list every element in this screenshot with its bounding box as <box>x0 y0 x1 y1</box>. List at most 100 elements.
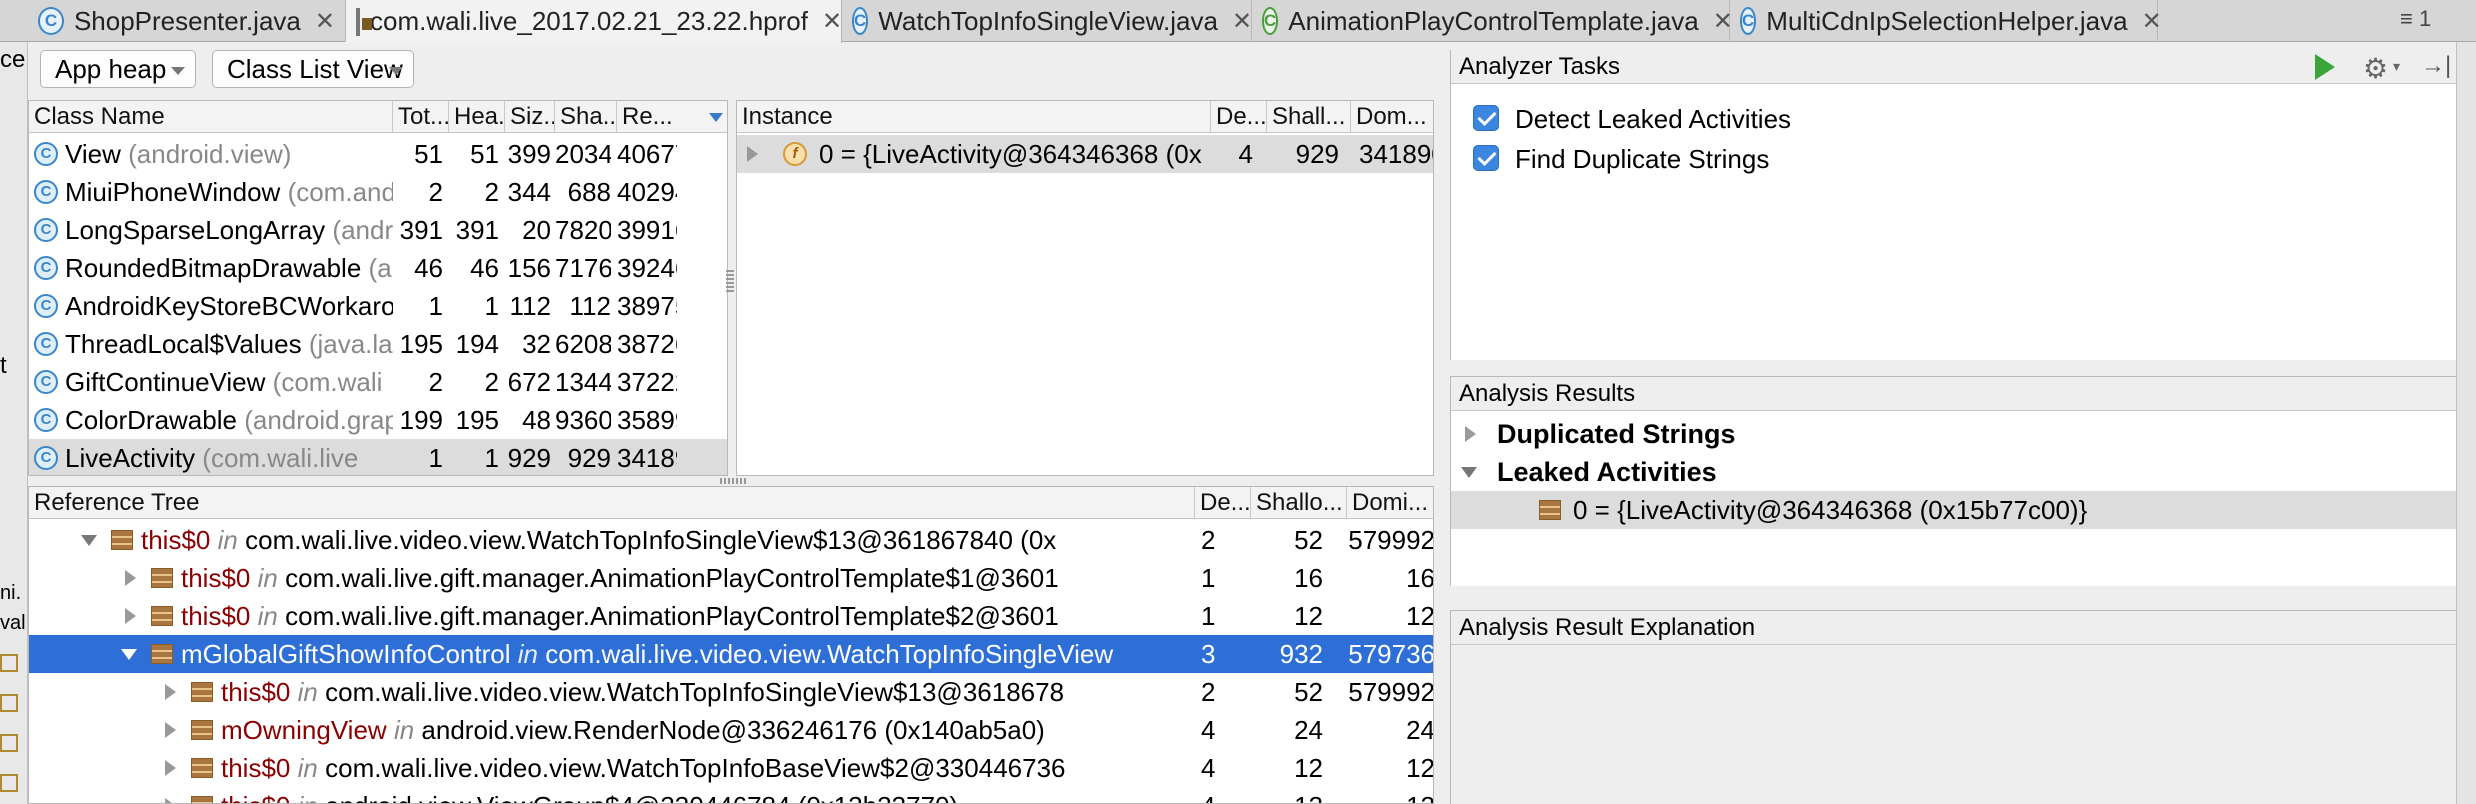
col-heap[interactable]: Hea... <box>449 101 505 133</box>
collapse-arrow-icon[interactable] <box>1461 467 1477 478</box>
expand-arrow-icon[interactable] <box>165 722 176 738</box>
expand-arrow-icon[interactable] <box>125 608 136 624</box>
collapse-arrow-icon[interactable] <box>81 535 97 546</box>
expand-arrow-icon[interactable] <box>165 798 176 803</box>
tab-shop-presenter[interactable]: C ShopPresenter.java ✕ <box>28 0 346 42</box>
run-analysis-icon[interactable] <box>2315 54 2335 80</box>
right-tool-strip <box>2456 42 2476 804</box>
hide-panel-icon[interactable]: →| <box>2421 52 2451 80</box>
reference-row[interactable]: this$0 in com.wali.live.video.view.Watch… <box>29 749 1433 787</box>
heap-count: 46 <box>470 253 499 283</box>
collapse-arrow-icon[interactable] <box>121 649 137 660</box>
class-row[interactable]: C MiuiPhoneWindow (com.andr 2 2 344 688402946 <box>29 173 727 211</box>
col-class-name[interactable]: Class Name <box>29 101 393 133</box>
col-dominating-size[interactable]: Dom... <box>1351 101 1433 133</box>
col-dominating-size[interactable]: Domi... <box>1347 487 1433 519</box>
expand-arrow-icon[interactable] <box>165 760 176 776</box>
col-depth[interactable]: De... <box>1211 101 1267 133</box>
shallow-value: 112 <box>569 291 611 321</box>
class-row[interactable]: C GiftContinueView (com.wali 2 2 672 1344 3722… <box>29 363 727 401</box>
chevron-down-icon[interactable]: ▾ <box>2393 58 2400 75</box>
left-project-strip: ce t ni. val <box>0 42 28 804</box>
reference-row[interactable]: mGlobalGiftShowInfoControl in com.wali.l… <box>29 635 1433 673</box>
group-duplicated-strings[interactable]: Duplicated Strings <box>1451 415 2456 453</box>
dominating-value: 579992 <box>1348 677 1434 707</box>
close-icon[interactable]: ✕ <box>2142 7 2162 36</box>
col-depth[interactable]: De... <box>1195 487 1251 519</box>
size-value: 344 <box>507 177 551 207</box>
tab-animation-play[interactable]: C AnimationPlayControlTemplate.java ✕ <box>1252 0 1733 42</box>
class-row[interactable]: C ThreadLocal$Values (java.lang195 194 3262… <box>29 325 727 363</box>
class-row[interactable]: CAndroidKeyStoreBCWorkaround 11112112389… <box>29 287 727 325</box>
col-instance[interactable]: Instance <box>737 101 1211 133</box>
reference-row[interactable]: this$0 in android.view.ViewGroup$4@33044… <box>29 787 1433 803</box>
col-shallow-size[interactable]: Shall... <box>1267 101 1351 133</box>
reference-row[interactable]: mOwningView in android.view.RenderNode@3… <box>29 711 1433 749</box>
close-icon[interactable]: ✕ <box>1232 7 1252 36</box>
checkbox-icon[interactable] <box>1473 145 1499 171</box>
instance-row[interactable]: f 0 = {LiveActivity@364346368 (0x15b77c0… <box>737 135 1433 173</box>
reference-row[interactable]: this$0 in com.wali.live.gift.manager.Ani… <box>29 559 1433 597</box>
gear-icon[interactable]: ⚙ <box>2363 52 2388 85</box>
size-value: 929 <box>507 443 551 473</box>
instance-icon <box>191 720 213 740</box>
col-total[interactable]: Tot... <box>393 101 449 133</box>
close-icon[interactable]: ✕ <box>315 7 335 36</box>
dominating-value: 24 <box>1406 715 1434 745</box>
group-leaked-activities[interactable]: Leaked Activities <box>1451 453 2456 491</box>
class-icon: C <box>34 256 58 280</box>
tab-watch-top-info[interactable]: C WatchTopInfoSingleView.java ✕ <box>842 0 1252 42</box>
expand-arrow-icon[interactable] <box>1465 426 1476 442</box>
leaked-activity-item[interactable]: 0 = {LiveActivity@364346368 (0x15b77c00)… <box>1451 491 2456 529</box>
task-find-duplicate[interactable]: Find Duplicate Strings <box>1451 140 2456 176</box>
expand-arrow-icon[interactable] <box>747 146 758 162</box>
field-name: this$0 <box>181 563 251 593</box>
reference-label: this$0 in com.wali.live.gift.manager.Ani… <box>181 597 1169 635</box>
splitter-grip[interactable] <box>726 270 734 294</box>
class-row[interactable]: C View (android.view) 51 51 39920349406772 <box>29 135 727 173</box>
expand-arrow-icon[interactable] <box>125 570 136 586</box>
class-name-cell: MiuiPhoneWindow (com.andr <box>65 173 393 211</box>
tab-multicdn[interactable]: C MultiCdnIpSelectionHelper.java ✕ <box>1730 0 2162 42</box>
tab-overflow-menu[interactable]: ≡ 1 <box>2400 6 2431 32</box>
checkbox-icon[interactable] <box>1473 105 1499 131</box>
class-row[interactable]: C LiveActivity (com.wali.live 1 1 929 929 3418… <box>29 439 727 475</box>
class-row[interactable]: C LongSparseLongArray (andr 391 391 20 7820 39… <box>29 211 727 249</box>
instance-icon <box>1539 500 1561 520</box>
class-name-cell: View (android.view) <box>65 135 393 173</box>
class-row[interactable]: C ColorDrawable (android.graph199 195 48936… <box>29 401 727 439</box>
shallow-value: 929 <box>567 443 611 473</box>
in-keyword: in <box>217 525 238 555</box>
col-shallow[interactable]: Sha... <box>555 101 617 133</box>
hprof-file-icon <box>356 7 372 36</box>
task-detect-leaked[interactable]: Detect Leaked Activities <box>1451 100 2456 136</box>
splitter-grip[interactable] <box>720 478 748 484</box>
size-value: 48 <box>522 405 551 435</box>
class-icon: C <box>34 370 58 394</box>
reference-row[interactable]: this$0 in com.wali.live.video.view.Watch… <box>29 521 1433 559</box>
class-name: RoundedBitmapDrawable <box>65 253 362 283</box>
close-icon[interactable]: ✕ <box>822 7 842 36</box>
class-name-cell: ColorDrawable (android.graph <box>65 401 393 439</box>
col-shallow-size[interactable]: Shallo... <box>1251 487 1347 519</box>
view-mode-select[interactable]: Class List View <box>212 50 414 88</box>
instance-dominating: 341890 <box>1359 139 1433 169</box>
reference-row[interactable]: this$0 in com.wali.live.gift.manager.Ani… <box>29 597 1433 635</box>
size-value: 672 <box>507 367 551 397</box>
depth-value: 4 <box>1201 787 1247 803</box>
col-retained[interactable]: Re... <box>617 101 677 133</box>
heap-select[interactable]: App heap <box>40 50 196 88</box>
tab-hprof[interactable]: com.wali.live_2017.02.21_23.22.hprof ✕ <box>346 0 842 43</box>
class-row[interactable]: C RoundedBitmapDrawable (and 46 46 156717639… <box>29 249 727 287</box>
col-size[interactable]: Siz... <box>505 101 555 133</box>
class-package: (java.lang <box>308 329 393 359</box>
reference-row[interactable]: this$0 in com.wali.live.video.view.Watch… <box>29 673 1433 711</box>
expand-arrow-icon[interactable] <box>165 684 176 700</box>
col-reference-tree[interactable]: Reference Tree <box>29 487 1195 519</box>
class-name: LongSparseLongArray <box>65 215 326 245</box>
class-package: (com.wali.live <box>202 443 359 473</box>
reference-target: com.wali.live.gift.manager.AnimationPlay… <box>285 563 1059 593</box>
instance-icon <box>151 644 173 664</box>
explanation-title: Analysis Result Explanation <box>1451 611 2456 645</box>
field-name: this$0 <box>221 753 291 783</box>
